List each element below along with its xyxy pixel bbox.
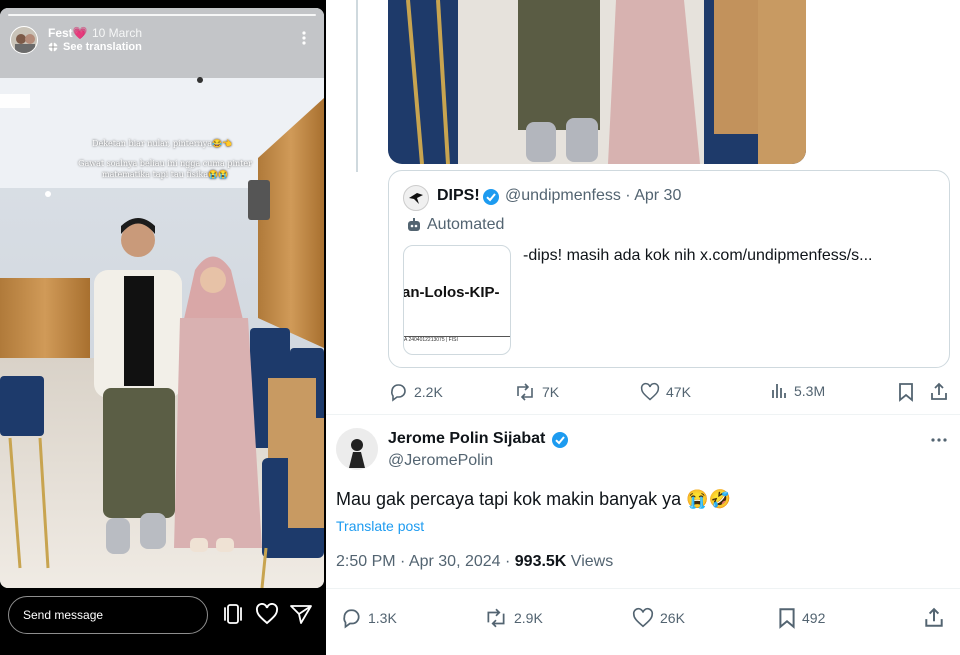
reply-icon — [391, 384, 406, 402]
story-caption-line-2: Gawat soalnya beliau ini ngga cuma pinte… — [78, 159, 252, 179]
thumbnail-text: an-Lolos-KIP- — [403, 284, 500, 301]
quoted-thumbnail[interactable]: an-Lolos-KIP- A 2404012213075 | FISI — [403, 245, 511, 355]
views-button[interactable]: 5.3M — [770, 382, 825, 400]
tweet-panel: DIPS! @undipmenfess · Apr 30 Automated a… — [326, 0, 960, 655]
stack-icon — [224, 604, 242, 624]
author-handle[interactable]: @JeromePolin — [388, 452, 493, 470]
automated-label: Automated — [427, 216, 505, 233]
see-translation-label: See translation — [63, 41, 142, 53]
share-icon — [925, 607, 943, 627]
heart-icon — [632, 607, 654, 628]
reply-count: 1.3K — [368, 610, 397, 626]
quoted-author-name[interactable]: DIPS! — [437, 187, 480, 205]
avatar-photo-icon — [15, 34, 35, 53]
share-icon — [931, 382, 947, 400]
heart-icon — [640, 382, 660, 401]
reply-icon — [343, 609, 360, 629]
quoted-tweet-card[interactable]: DIPS! @undipmenfess · Apr 30 Automated a… — [388, 170, 950, 368]
author-photo-icon — [336, 428, 378, 470]
repost-icon — [517, 383, 533, 401]
story-date: 10 March — [92, 26, 143, 40]
story-header: Fest💗 10 March See translation — [10, 24, 316, 56]
post-text: Mau gak percaya tapi kok makin banyak ya… — [336, 489, 732, 509]
quoted-handle-date: @undipmenfess · Apr 30 — [505, 187, 682, 204]
author-name[interactable]: Jerome Polin Sijabat — [388, 430, 545, 448]
globe-icon — [48, 42, 58, 52]
post-views-label: Views — [566, 553, 614, 570]
bird-logo-icon — [409, 193, 423, 204]
story-username[interactable]: Fest💗 — [48, 26, 88, 40]
save-stack-button[interactable] — [220, 600, 246, 628]
bookmark-icon — [899, 383, 913, 402]
reply-count: 2.2K — [414, 384, 443, 400]
repost-button[interactable]: 2.9K — [484, 607, 543, 629]
robot-icon — [408, 218, 420, 231]
bookmark-icon — [779, 608, 795, 629]
bar-chart-icon — [772, 384, 786, 398]
like-button[interactable]: 26K — [632, 607, 685, 629]
post-action-bar: 1.3K 2.9K 26K 492 — [340, 607, 950, 629]
divider — [326, 414, 960, 415]
repost-icon — [487, 608, 505, 628]
instagram-story: Fest💗 10 March See translation Deketan b… — [0, 0, 326, 655]
translate-post-link[interactable]: Translate post — [336, 518, 424, 534]
verified-badge-icon — [551, 431, 569, 454]
story-avatar[interactable] — [10, 26, 38, 54]
tweet-photo-scene — [388, 0, 806, 164]
author-avatar[interactable] — [336, 428, 378, 470]
quoted-avatar[interactable] — [403, 185, 429, 211]
like-count: 47K — [666, 384, 691, 400]
like-count: 26K — [660, 610, 685, 626]
bookmark-button[interactable]: 492 — [778, 607, 825, 629]
post-more-button[interactable] — [930, 432, 948, 450]
see-translation-button[interactable]: See translation — [48, 41, 142, 53]
bookmark-button[interactable] — [898, 382, 914, 402]
heart-icon — [256, 603, 278, 625]
story-progress-bar — [8, 14, 316, 16]
share-button[interactable] — [930, 382, 948, 402]
share-story-button[interactable] — [288, 600, 314, 628]
reply-button[interactable]: 1.3K — [340, 607, 397, 629]
repost-count: 7K — [542, 384, 560, 400]
like-button[interactable]: 47K — [640, 382, 691, 402]
bookmark-count: 492 — [802, 610, 826, 626]
views-count: 5.3M — [794, 383, 826, 399]
thread-line — [356, 0, 358, 172]
repost-button[interactable]: 7K — [514, 382, 559, 402]
story-photo-scene — [0, 8, 324, 588]
send-message-input[interactable]: Send message — [8, 596, 208, 634]
more-horizontal-icon — [931, 438, 947, 442]
more-vertical-icon — [302, 31, 306, 45]
post-timestamp[interactable]: 2:50 PM · Apr 30, 2024 · — [336, 553, 515, 570]
verified-badge-icon — [482, 188, 500, 211]
story-more-button[interactable] — [296, 28, 312, 48]
reply-button[interactable]: 2.2K — [388, 382, 443, 402]
repost-count: 2.9K — [514, 610, 543, 626]
quote-action-bar: 2.2K 7K 47K 5.3M — [388, 382, 950, 402]
story-photo — [0, 8, 324, 588]
tweet-media-image[interactable] — [388, 0, 806, 164]
thumbnail-table-row: A 2404012213075 | FISI — [404, 336, 510, 344]
divider — [326, 588, 960, 589]
share-button[interactable] — [924, 607, 944, 629]
story-caption-line-1: Deketan biar nular, pinternya😂👈 — [92, 139, 232, 148]
paper-plane-icon — [290, 605, 312, 624]
like-story-button[interactable] — [254, 600, 280, 628]
post-meta: 2:50 PM · Apr 30, 2024 · 993.5K Views — [336, 553, 613, 571]
quoted-text: -dips! masih ada kok nih x.com/undipmenf… — [523, 247, 873, 264]
post-views-count: 993.5K — [514, 553, 567, 570]
